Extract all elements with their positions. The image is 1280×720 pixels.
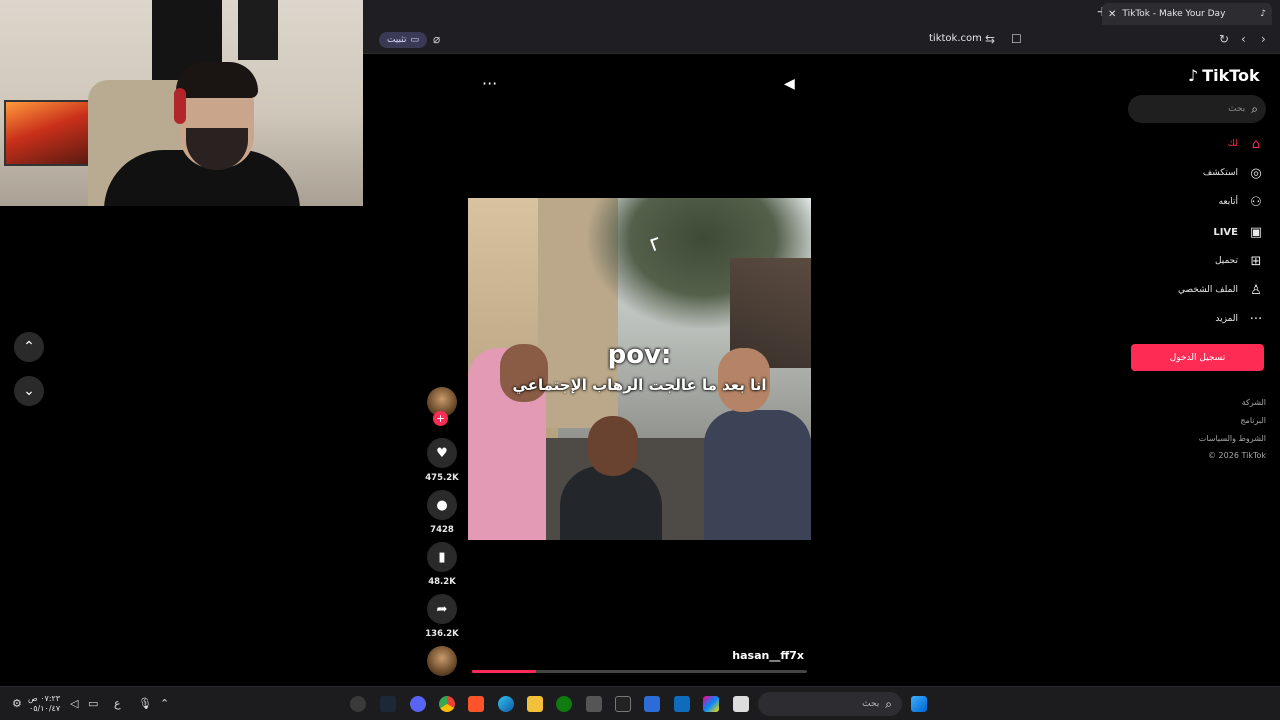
follow-button[interactable]: + — [433, 411, 448, 426]
video-caption-text: انا بعد ما عالجت الرهاب الإجتماعي — [512, 376, 767, 394]
brave-icon[interactable] — [468, 696, 484, 712]
steam-icon[interactable] — [380, 696, 396, 712]
video-player[interactable]: pov: انا بعد ما عالجت الرهاب الإجتماعي — [468, 198, 811, 540]
left-page-area: ⌃ ⌄ — [0, 206, 363, 686]
tiktok-favicon-icon: ♪ — [1260, 9, 1266, 19]
app-hexagon-icon[interactable] — [586, 696, 602, 712]
sidebar-item-upload[interactable]: تحميل ⊞ — [1150, 251, 1264, 271]
tiktok-logo[interactable]: ♪ TikTok — [1188, 66, 1260, 85]
clock-time: ٠٧:٢٣ ص — [28, 694, 61, 703]
sidebar-item-profile[interactable]: الملف الشخصي ♙ — [1150, 280, 1264, 300]
clock-date: ٠٥/١٠/٤٧ — [28, 704, 61, 713]
save-button[interactable]: ▮ 48.2K — [425, 542, 459, 587]
back-icon[interactable]: ‹ — [1241, 32, 1246, 46]
search-placeholder: بحث — [1228, 104, 1246, 114]
footer-link-program[interactable]: البرنامج — [1240, 416, 1266, 425]
bookmark-icon: ▮ — [438, 549, 446, 565]
webcam-overlay — [0, 0, 363, 206]
search-icon: ⌕ — [1251, 101, 1258, 116]
share-button[interactable]: ➦ 136.2K — [425, 594, 459, 639]
app-clock-icon[interactable] — [350, 696, 366, 712]
footer-copyright: © 2026 TikTok — [1208, 451, 1266, 460]
home-icon: ⌂ — [1251, 136, 1261, 152]
taskbar-search-placeholder: بحث — [862, 699, 880, 709]
sidebar-item-for-you[interactable]: لك ⌂ — [1150, 134, 1264, 154]
next-video-button[interactable]: ⌄ — [14, 376, 44, 406]
previous-video-button[interactable]: ⌃ — [14, 332, 44, 362]
video-caption-title: pov: — [607, 340, 672, 370]
bookmark-icon[interactable]: ☐ — [1011, 32, 1022, 46]
tab-title: TikTok - Make Your Day — [1122, 9, 1226, 19]
mail-icon[interactable] — [674, 696, 690, 712]
windows-taskbar: ⚙ ٠٧:٢٣ ص ٠٥/١٠/٤٧ ◁ ▭ ع 🎙 ⌃ بحث ⌕ — [0, 686, 1280, 720]
login-button[interactable]: تسجيل الدخول — [1131, 344, 1264, 371]
chrome-icon[interactable] — [439, 696, 455, 712]
video-username[interactable]: hasan__ff7x — [712, 649, 804, 662]
tiktok-note-icon: ♪ — [1188, 66, 1199, 85]
file-explorer-icon[interactable] — [527, 696, 543, 712]
discord-icon[interactable] — [410, 696, 426, 712]
url-text[interactable]: tiktok.com — [929, 33, 982, 44]
xbox-icon[interactable] — [556, 696, 572, 712]
task-view-icon[interactable] — [733, 696, 749, 712]
comment-button[interactable]: ● 7428 — [425, 490, 459, 535]
music-disc-icon — [427, 646, 457, 676]
close-tab-icon[interactable]: ✕ — [1108, 9, 1116, 20]
sidebar-item-live[interactable]: LIVE ▣ — [1150, 222, 1264, 242]
more-icon: ··· — [1249, 311, 1263, 327]
heart-icon: ♥ — [436, 445, 448, 461]
save-count: 48.2K — [428, 577, 456, 587]
sidebar-item-more[interactable]: المزيد ··· — [1150, 309, 1264, 329]
more-options-icon[interactable]: ··· — [482, 74, 497, 93]
taskbar-clock[interactable]: ٠٧:٢٣ ص ٠٥/١٠/٤٧ — [28, 694, 60, 714]
upload-icon: ⊞ — [1250, 253, 1262, 269]
sidebar-item-explore[interactable]: استكشف ◎ — [1150, 163, 1264, 183]
edge-icon[interactable] — [498, 696, 514, 712]
taskbar-search-input[interactable]: بحث ⌕ — [758, 692, 902, 716]
settings-tray-icon[interactable]: ⚙ — [12, 697, 22, 710]
store-icon[interactable] — [644, 696, 660, 712]
background-monitor — [4, 100, 90, 166]
browser-tab-bar: + ✕ TikTok - Make Your Day ♪ — [363, 0, 1280, 26]
volume-icon[interactable]: ◀ — [784, 76, 795, 92]
install-label: تثبيت — [387, 35, 407, 45]
forward-icon[interactable]: › — [1261, 32, 1266, 46]
microphone-icon[interactable]: 🎙 — [138, 697, 152, 710]
profile-icon: ♙ — [1250, 282, 1262, 298]
compass-icon: ◎ — [1250, 165, 1262, 181]
share-icon: ➦ — [436, 601, 448, 617]
windows-start-icon[interactable] — [911, 696, 927, 712]
like-button[interactable]: ♥ 475.2K — [425, 438, 459, 483]
address-bar: تثبيت ▭ ⌀ tiktok.com ⇆ ☐ ↻ ‹ › — [363, 26, 1280, 54]
no-camera-icon[interactable]: ⌀ — [433, 32, 440, 46]
footer-link-terms[interactable]: الشروط والسياسات — [1199, 434, 1266, 443]
live-icon: ▣ — [1249, 224, 1263, 240]
music-disc-button[interactable] — [425, 646, 459, 676]
chevron-up-icon: ⌃ — [23, 339, 35, 355]
video-progress-fill — [472, 670, 536, 673]
search-icon: ⌕ — [885, 696, 892, 711]
browser-tab[interactable]: ✕ TikTok - Make Your Day ♪ — [1102, 3, 1272, 25]
following-icon: ⚇ — [1250, 194, 1262, 210]
streamer — [100, 58, 300, 206]
install-app-button[interactable]: تثبيت ▭ — [379, 32, 428, 48]
comment-count: 7428 — [430, 525, 454, 535]
laptop-icon: ▭ — [410, 35, 420, 45]
search-input[interactable]: بحث ⌕ — [1128, 95, 1266, 123]
volume-tray-icon[interactable]: ◁ — [70, 697, 78, 710]
language-indicator[interactable]: ع — [114, 697, 121, 710]
like-count: 475.2K — [425, 473, 459, 483]
sidebar-item-following[interactable]: أتابعه ⚇ — [1150, 192, 1264, 212]
ctrl-app-icon[interactable] — [615, 696, 631, 712]
comment-icon: ● — [436, 497, 448, 513]
footer-link-company[interactable]: الشركة — [1242, 398, 1266, 407]
chevron-down-icon: ⌄ — [23, 383, 35, 399]
network-tray-icon[interactable]: ▭ — [88, 697, 98, 710]
copilot-icon[interactable] — [703, 696, 719, 712]
reload-icon[interactable]: ↻ — [1219, 32, 1229, 46]
video-progress-bar[interactable] — [472, 670, 807, 673]
share-count: 136.2K — [425, 629, 459, 639]
tray-overflow-icon[interactable]: ⌃ — [160, 697, 169, 710]
site-settings-icon[interactable]: ⇆ — [985, 32, 995, 46]
